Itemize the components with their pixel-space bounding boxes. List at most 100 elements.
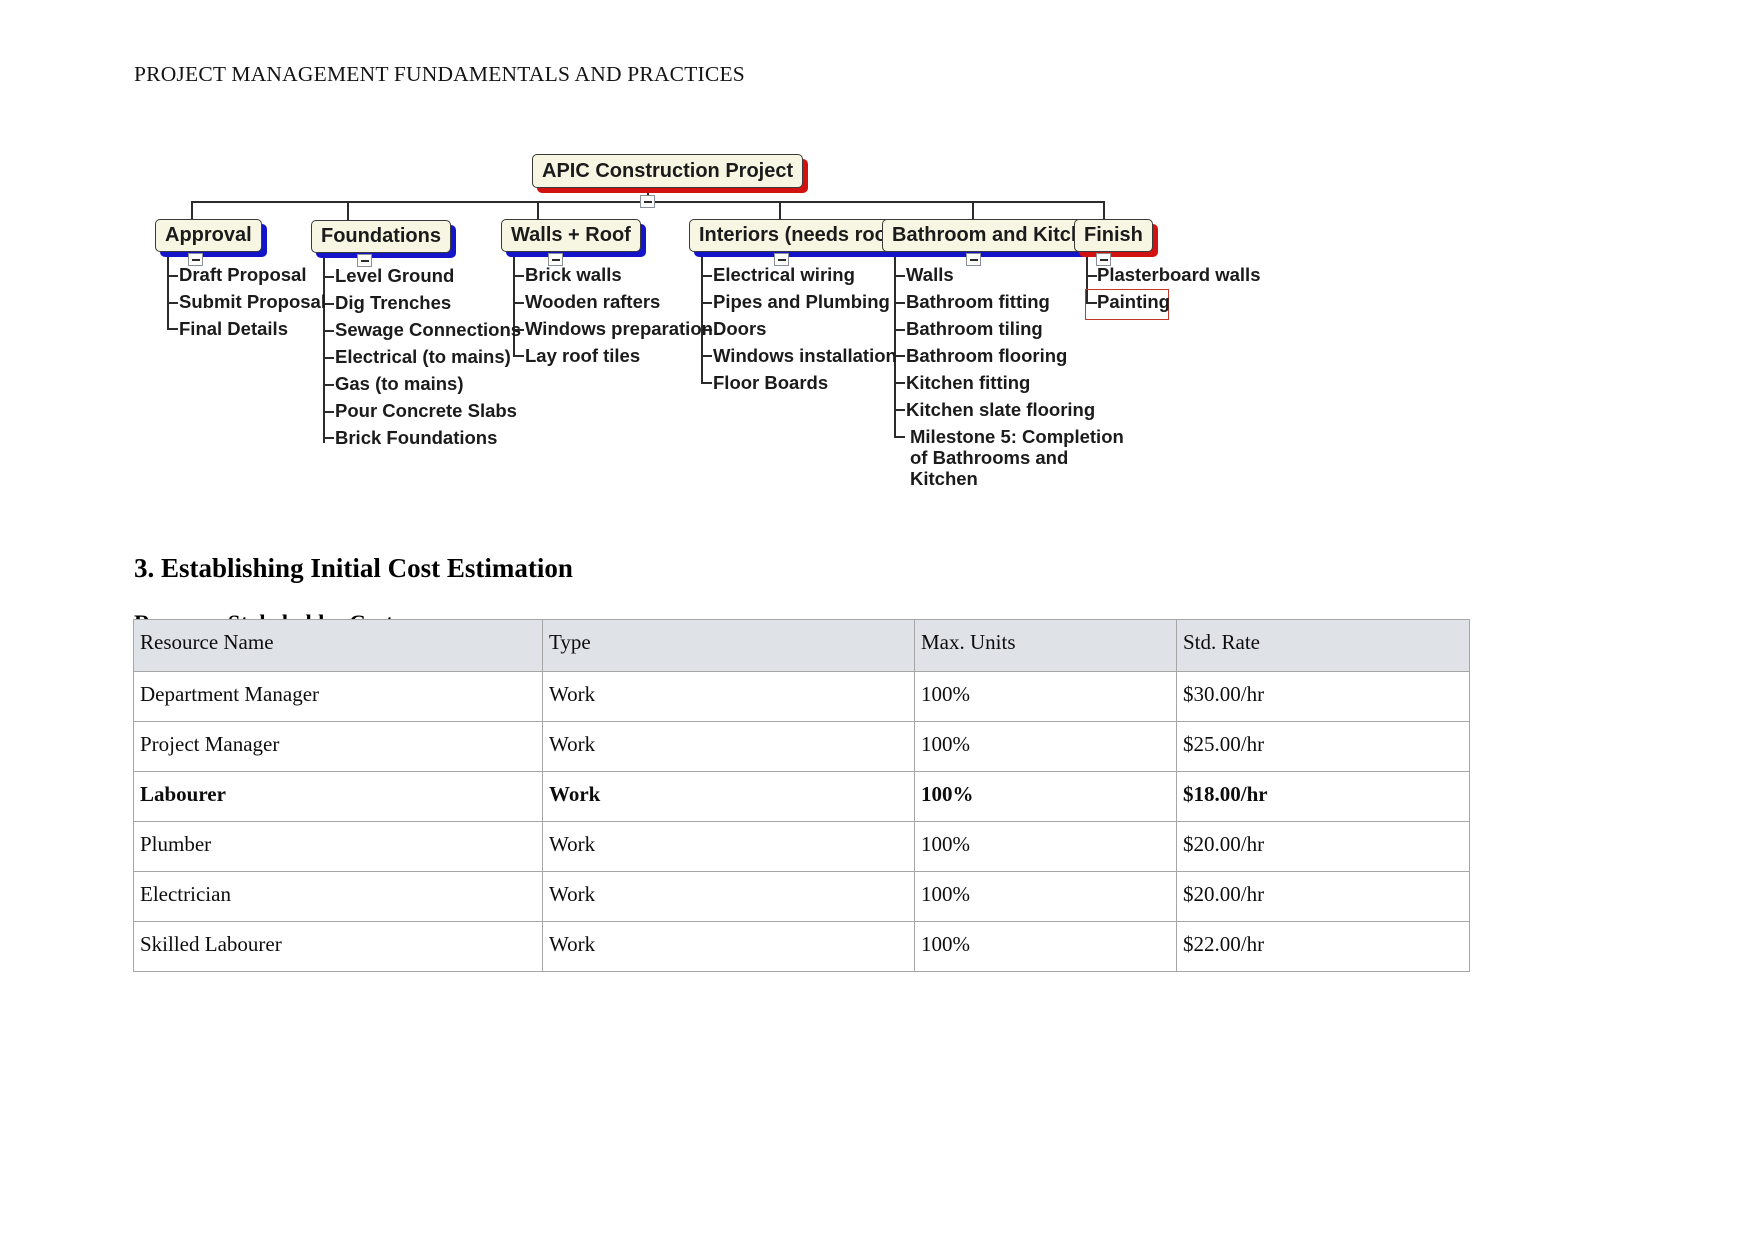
wbs-tick (894, 436, 905, 438)
wbs-tick (701, 302, 712, 304)
wbs-tick (323, 357, 334, 359)
wbs-leaf[interactable]: Pour Concrete Slabs (335, 400, 517, 421)
cell-type: Work (542, 671, 915, 722)
table-row: Department Manager Work 100% $30.00/hr (133, 671, 1470, 722)
cell-std-rate: $18.00/hr (1176, 771, 1470, 822)
cell-resource-name: Plumber (133, 821, 543, 872)
wbs-leaf[interactable]: Pipes and Plumbing (713, 291, 890, 312)
wbs-leaf[interactable]: Kitchen slate flooring (906, 399, 1095, 420)
wbs-leaf[interactable]: Kitchen fitting (906, 372, 1030, 393)
cell-type: Work (542, 871, 915, 922)
document-page: PROJECT MANAGEMENT FUNDAMENTALS AND PRAC… (0, 0, 1754, 1241)
wbs-leaf[interactable]: Draft Proposal (179, 264, 306, 285)
wbs-leaf[interactable]: Gas (to mains) (335, 373, 464, 394)
wbs-root-node[interactable]: APIC Construction Project (532, 154, 804, 188)
cell-max-units: 100% (914, 921, 1177, 972)
wbs-root-toggle[interactable] (640, 195, 655, 208)
wbs-leaf[interactable]: Plasterboard walls (1097, 264, 1260, 285)
wbs-leaf[interactable]: Floor Boards (713, 372, 828, 393)
cell-type: Work (542, 921, 915, 972)
wbs-tick (513, 302, 524, 304)
cell-type: Work (542, 721, 915, 772)
wbs-branch-approval[interactable]: Approval (155, 219, 262, 252)
table-row: Skilled Labourer Work 100% $22.00/hr (133, 921, 1470, 972)
wbs-toggle-finish[interactable] (1096, 253, 1111, 266)
wbs-leaf[interactable]: Final Details (179, 318, 288, 339)
wbs-leaf[interactable]: Electrical wiring (713, 264, 855, 285)
wbs-toggle-interiors[interactable] (774, 253, 789, 266)
table-row: Plumber Work 100% $20.00/hr (133, 821, 1470, 872)
wbs-drop-interiors (779, 201, 781, 221)
wbs-leaf[interactable]: Doors (713, 318, 766, 339)
wbs-leaf[interactable]: Lay roof tiles (525, 345, 640, 366)
cell-std-rate: $20.00/hr (1176, 821, 1470, 872)
wbs-branch-finish[interactable]: Finish (1074, 219, 1153, 252)
cell-max-units: 100% (914, 671, 1177, 722)
wbs-leaf[interactable]: Sewage Connections (335, 319, 521, 340)
wbs-leaf[interactable]: Windows installation (713, 345, 897, 366)
wbs-branch-approval-label: Approval (165, 224, 252, 246)
wbs-toggle-bathroom[interactable] (966, 253, 981, 266)
wbs-leaf[interactable]: Windows preparation (525, 318, 713, 339)
cell-resource-name: Skilled Labourer (133, 921, 543, 972)
wbs-leaf[interactable]: Walls (906, 264, 954, 285)
wbs-tick (701, 382, 712, 384)
wbs-tick (513, 355, 524, 357)
wbs-tick (894, 409, 905, 411)
wbs-toggle-foundations[interactable] (357, 254, 372, 267)
cell-resource-name: Labourer (133, 771, 543, 822)
column-header-std-rate: Std. Rate (1176, 619, 1470, 672)
wbs-tick (894, 329, 905, 331)
wbs-tick (513, 275, 524, 277)
column-header-resource-name: Resource Name (133, 619, 543, 672)
wbs-leaf[interactable]: Bathroom flooring (906, 345, 1067, 366)
cell-type: Work (542, 771, 915, 822)
wbs-leaf[interactable]: Brick walls (525, 264, 622, 285)
page-title: 3. Establishing Initial Cost Estimation (134, 553, 573, 584)
wbs-leaf[interactable]: Submit Proposal (179, 291, 326, 312)
wbs-tick (323, 330, 334, 332)
wbs-tick (894, 275, 905, 277)
table-row: Project Manager Work 100% $25.00/hr (133, 721, 1470, 772)
wbs-branch-walls-roof-label: Walls + Roof (511, 224, 631, 246)
wbs-drop-foundations (347, 201, 349, 221)
wbs-leaf-selected[interactable]: Painting (1097, 291, 1170, 312)
wbs-branch-interiors[interactable]: Interiors (needs roof) (689, 219, 911, 252)
cell-std-rate: $22.00/hr (1176, 921, 1470, 972)
wbs-tick (1086, 275, 1097, 277)
wbs-spine-approval (167, 252, 169, 328)
wbs-leaf[interactable]: Brick Foundations (335, 427, 497, 448)
wbs-branch-foundations[interactable]: Foundations (311, 220, 451, 253)
wbs-branch-walls-roof[interactable]: Walls + Roof (501, 219, 641, 252)
wbs-leaf[interactable]: Wooden rafters (525, 291, 660, 312)
wbs-branch-interiors-label: Interiors (needs roof) (699, 224, 901, 246)
wbs-tick (701, 275, 712, 277)
cell-resource-name: Department Manager (133, 671, 543, 722)
cell-resource-name: Project Manager (133, 721, 543, 772)
cell-max-units: 100% (914, 821, 1177, 872)
wbs-tick (167, 328, 178, 330)
resource-cost-table-wrapper: Resource Name Type Max. Units Std. Rate … (133, 619, 1470, 972)
table-row: Electrician Work 100% $20.00/hr (133, 871, 1470, 922)
wbs-leaf[interactable]: Bathroom tiling (906, 318, 1043, 339)
wbs-leaf[interactable]: Bathroom fitting (906, 291, 1050, 312)
wbs-tick (701, 355, 712, 357)
cell-std-rate: $20.00/hr (1176, 871, 1470, 922)
wbs-tick (323, 411, 334, 413)
wbs-branch-finish-label: Finish (1084, 224, 1143, 246)
cell-type: Work (542, 821, 915, 872)
wbs-leaf[interactable]: Level Ground (335, 265, 454, 286)
wbs-spine-foundations (323, 253, 325, 443)
wbs-leaf-milestone[interactable]: Milestone 5: Completion of Bathrooms and… (910, 426, 1125, 489)
table-header-row: Resource Name Type Max. Units Std. Rate (133, 619, 1470, 672)
cell-resource-name: Electrician (133, 871, 543, 922)
wbs-tick (894, 382, 905, 384)
wbs-toggle-approval[interactable] (188, 253, 203, 266)
wbs-leaf[interactable]: Dig Trenches (335, 292, 451, 313)
wbs-drop-finish (1103, 201, 1105, 221)
table-row-highlighted: Labourer Work 100% $18.00/hr (133, 771, 1470, 822)
wbs-toggle-walls[interactable] (548, 253, 563, 266)
wbs-leaf[interactable]: Electrical (to mains) (335, 346, 511, 367)
wbs-tick (323, 276, 334, 278)
wbs-tick (167, 275, 178, 277)
